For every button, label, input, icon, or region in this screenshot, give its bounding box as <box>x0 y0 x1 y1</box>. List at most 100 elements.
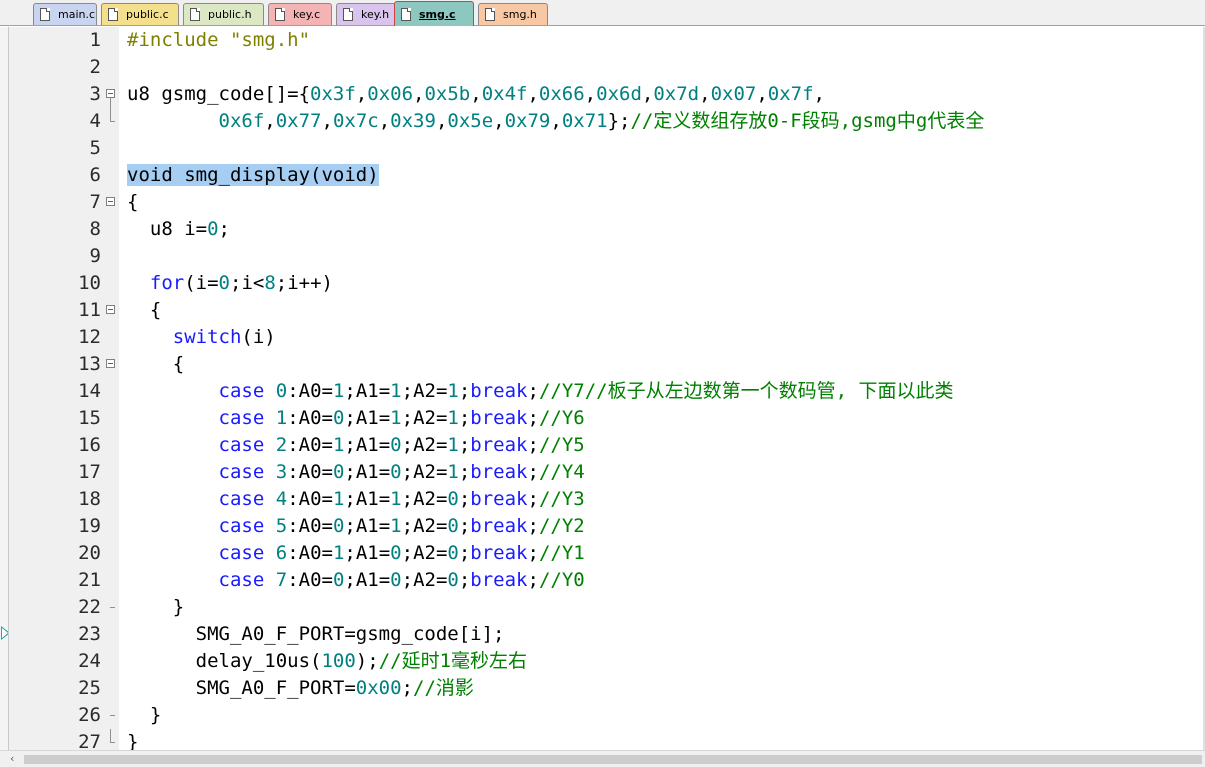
code-text[interactable]: u8 i=0; <box>127 216 230 243</box>
fold-guide <box>110 98 111 108</box>
fold-marker <box>106 243 118 270</box>
code-line[interactable]: 15 case 1:A0=0;A1=1;A2=1;break;//Y6 <box>9 405 1205 432</box>
tab-smg-c[interactable]: smg.c <box>394 1 474 26</box>
code-line[interactable]: 27} <box>9 729 1205 750</box>
code-line[interactable]: 22 } <box>9 594 1205 621</box>
code-text[interactable]: case 6:A0=1;A1=0;A2=0;break;//Y1 <box>127 540 585 567</box>
code-line[interactable]: 25 SMG_A0_F_PORT=0x00;//消影 <box>9 675 1205 702</box>
selected-text[interactable]: void smg_display(void) <box>127 164 379 186</box>
code-line[interactable]: 12 switch(i) <box>9 324 1205 351</box>
code-line[interactable]: 2 <box>9 54 1205 81</box>
code-text[interactable]: delay_10us(100);//延时1毫秒左右 <box>127 648 527 675</box>
code-line[interactable]: 21 case 7:A0=0;A1=0;A2=0;break;//Y0 <box>9 567 1205 594</box>
line-number: 26 <box>78 704 101 726</box>
line-number: 3 <box>89 83 101 105</box>
code-line[interactable]: 8 u8 i=0; <box>9 216 1205 243</box>
code-line[interactable]: 20 case 6:A0=1;A1=0;A2=0;break;//Y1 <box>9 540 1205 567</box>
code-text[interactable]: } <box>127 702 161 729</box>
fold-marker <box>106 594 118 621</box>
horizontal-scrollbar[interactable]: ‹ <box>0 750 1205 767</box>
fold-marker[interactable] <box>106 189 118 216</box>
code-text[interactable]: case 7:A0=0;A1=0;A2=0;break;//Y0 <box>127 567 585 594</box>
code-text[interactable]: } <box>127 729 138 750</box>
code-editor[interactable]: 1 #include "smg.h" 2 3 u8 gsmg_code[]={0x3f,… <box>8 27 1205 750</box>
tab-public-h[interactable]: public.h <box>183 3 264 25</box>
fold-marker[interactable] <box>106 81 118 108</box>
code-line[interactable]: 19 case 5:A0=0;A1=1;A2=0;break;//Y2 <box>9 513 1205 540</box>
code-text[interactable]: void smg_display(void) <box>127 162 379 189</box>
line-number: 18 <box>78 488 101 510</box>
code-line[interactable]: 4 0x6f,0x77,0x7c,0x39,0x5e,0x79,0x71};//… <box>9 108 1205 135</box>
scroll-left-icon[interactable]: ‹ <box>10 752 14 765</box>
code-text[interactable]: #include "smg.h" <box>127 27 310 54</box>
tab-label: smg.c <box>419 7 456 21</box>
tab-key-h[interactable]: key.h <box>336 3 396 25</box>
tab-label: public.c <box>126 8 169 21</box>
code-text[interactable]: 0x6f,0x77,0x7c,0x39,0x5e,0x79,0x71};//定义… <box>127 108 985 135</box>
line-number: 10 <box>78 272 101 294</box>
code-line[interactable]: 11 { <box>9 297 1205 324</box>
tab-public-c[interactable]: public.c <box>101 3 179 25</box>
code-text[interactable]: case 5:A0=0;A1=1;A2=0;break;//Y2 <box>127 513 585 540</box>
code-text[interactable]: SMG_A0_F_PORT=gsmg_code[i]; <box>127 621 505 648</box>
code-text[interactable]: for(i=0;i<8;i++) <box>127 270 333 297</box>
file-icon <box>401 7 411 21</box>
collapse-icon[interactable] <box>106 305 115 314</box>
fold-end-tick <box>110 607 115 608</box>
fold-marker <box>106 27 118 54</box>
fold-marker <box>106 648 118 675</box>
editor-margin-strip <box>0 27 8 750</box>
collapse-icon[interactable] <box>106 197 115 206</box>
code-line[interactable]: 7{ <box>9 189 1205 216</box>
code-text[interactable]: case 4:A0=1;A1=1;A2=0;break;//Y3 <box>127 486 585 513</box>
fold-marker <box>106 486 118 513</box>
code-line[interactable]: 3 u8 gsmg_code[]={0x3f,0x06,0x5b,0x4f,0x6… <box>9 81 1205 108</box>
code-text[interactable]: case 3:A0=0;A1=0;A2=1;break;//Y4 <box>127 459 585 486</box>
tab-label: key.c <box>293 8 321 21</box>
code-text[interactable]: case 1:A0=0;A1=1;A2=1;break;//Y6 <box>127 405 585 432</box>
code-line[interactable]: 23 SMG_A0_F_PORT=gsmg_code[i]; <box>9 621 1205 648</box>
code-line[interactable]: 5 <box>9 135 1205 162</box>
code-line[interactable]: 14 case 0:A0=1;A1=1;A2=1;break;//Y7//板子从… <box>9 378 1205 405</box>
line-number: 8 <box>89 218 101 240</box>
code-text[interactable]: { <box>127 189 138 216</box>
code-text[interactable]: { <box>127 297 161 324</box>
code-text[interactable]: case 0:A0=1;A1=1;A2=1;break;//Y7//板子从左边数… <box>127 378 954 405</box>
code-line[interactable]: 18 case 4:A0=1;A1=1;A2=0;break;//Y3 <box>9 486 1205 513</box>
code-line[interactable]: 17 case 3:A0=0;A1=0;A2=1;break;//Y4 <box>9 459 1205 486</box>
code-text[interactable]: u8 gsmg_code[]={0x3f,0x06,0x5b,0x4f,0x66… <box>127 81 825 108</box>
code-text[interactable]: { <box>127 351 184 378</box>
fold-marker[interactable] <box>106 351 118 378</box>
code-line[interactable]: 9 <box>9 243 1205 270</box>
file-icon <box>485 8 495 21</box>
fold-end-tick <box>110 742 115 743</box>
tab-label: key.h <box>361 8 390 21</box>
code-text[interactable]: } <box>127 594 184 621</box>
fold-marker[interactable] <box>106 297 118 324</box>
tab-smg-h[interactable]: smg.h <box>478 3 548 25</box>
line-number: 15 <box>78 407 101 429</box>
scrollbar-thumb[interactable] <box>24 755 1202 764</box>
file-icon <box>275 8 285 21</box>
tab-main-c[interactable]: main.c <box>33 3 97 25</box>
line-number: 24 <box>78 650 101 672</box>
collapse-icon[interactable] <box>106 359 115 368</box>
collapse-icon[interactable] <box>106 89 115 98</box>
code-text[interactable]: switch(i) <box>127 324 276 351</box>
line-number: 9 <box>89 245 101 267</box>
code-line[interactable]: 16 case 2:A0=1;A1=0;A2=1;break;//Y5 <box>9 432 1205 459</box>
fold-marker <box>106 216 118 243</box>
code-line[interactable]: 6 void smg_display(void) <box>9 162 1205 189</box>
code-line[interactable]: 26 } <box>9 702 1205 729</box>
code-text[interactable]: SMG_A0_F_PORT=0x00;//消影 <box>127 675 474 702</box>
tab-label: public.h <box>208 8 252 21</box>
code-line[interactable]: 10 for(i=0;i<8;i++) <box>9 270 1205 297</box>
line-number: 1 <box>89 29 101 51</box>
tab-key-c[interactable]: key.c <box>268 3 332 25</box>
code-line[interactable]: 1 #include "smg.h" <box>9 27 1205 54</box>
fold-marker <box>106 324 118 351</box>
code-line[interactable]: 13 { <box>9 351 1205 378</box>
code-text[interactable]: case 2:A0=1;A1=0;A2=1;break;//Y5 <box>127 432 585 459</box>
fold-marker <box>106 54 118 81</box>
code-line[interactable]: 24 delay_10us(100);//延时1毫秒左右 <box>9 648 1205 675</box>
